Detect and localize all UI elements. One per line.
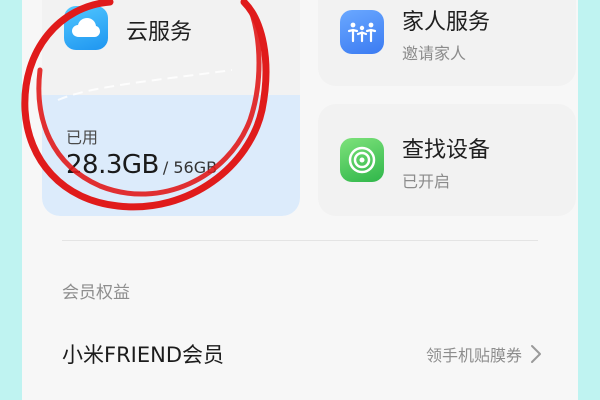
membership-promo-group: 领手机贴膜券	[426, 342, 542, 366]
find-device-card[interactable]: 查找设备 已开启	[318, 104, 576, 216]
membership-promo-text: 领手机贴膜券	[425, 346, 522, 365]
chevron-right-icon	[531, 345, 541, 363]
membership-section-label: 会员权益	[62, 283, 130, 303]
find-device-title: 查找设备	[402, 138, 491, 163]
membership-title: 小米FRIEND会员	[62, 343, 225, 367]
storage-used-label: 已用	[66, 128, 99, 147]
cloud-service-card[interactable]: 云服务 已用 28.3GB/ 56GB	[42, 0, 300, 216]
storage-used-value: 28.3GB	[66, 150, 159, 180]
storage-amount: 28.3GB/ 56GB	[66, 150, 217, 180]
cloud-service-title: 云服务	[126, 20, 193, 45]
membership-row[interactable]: 小米FRIEND会员 领手机贴膜券	[62, 332, 542, 376]
phone-screen: 云服务 已用 28.3GB/ 56GB 家人服务 邀请家人 查找设备 已开启 会…	[22, 0, 578, 400]
storage-total-value: / 56GB	[162, 158, 218, 177]
family-service-subtitle: 邀请家人	[402, 44, 467, 63]
radar-locate-icon	[340, 138, 384, 182]
find-device-status: 已开启	[402, 172, 451, 191]
family-service-title: 家人服务	[402, 10, 491, 35]
family-service-card[interactable]: 家人服务 邀请家人	[318, 0, 576, 86]
family-people-icon	[340, 10, 384, 54]
cloud-icon	[64, 6, 108, 50]
section-divider	[62, 240, 538, 241]
